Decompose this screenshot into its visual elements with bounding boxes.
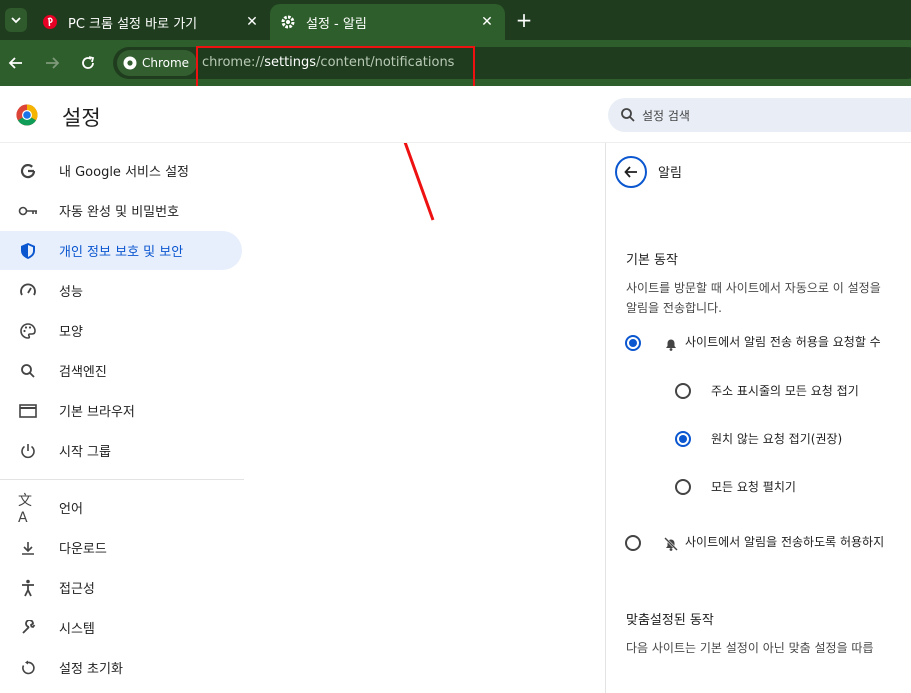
chevron-down-icon bbox=[11, 17, 21, 24]
sub-option-expand-all: 모든 요청 펼치기 bbox=[711, 480, 796, 494]
tab-strip: PC 크롬 설정 바로 가기 ✕ 설정 - 알림 ✕ + bbox=[0, 0, 911, 40]
section-page-title: 알림 bbox=[658, 166, 682, 181]
download-icon bbox=[18, 538, 38, 558]
sidebar-item-appearance[interactable]: 모양 bbox=[0, 311, 242, 350]
reload-icon bbox=[82, 56, 95, 69]
default-behavior-desc: 사이트를 방문할 때 사이트에서 자동으로 이 설정을 bbox=[626, 281, 881, 295]
sidebar-item-languages[interactable]: 文A 언어 bbox=[0, 488, 242, 527]
sidebar-item-label: 개인 정보 보호 및 보안 bbox=[59, 245, 184, 260]
notifications-settings-panel: 알림 기본 동작 사이트를 방문할 때 사이트에서 자동으로 이 설정을 알림을… bbox=[606, 143, 911, 693]
back-button[interactable] bbox=[5, 52, 27, 74]
tab-notifications-settings[interactable]: 설정 - 알림 ✕ bbox=[270, 4, 505, 40]
sidebar-item-label: 언어 bbox=[59, 502, 83, 517]
option-allow-label: 사이트에서 알림 전송 허용을 요청할 수 bbox=[685, 335, 881, 349]
settings-search-input[interactable]: 설정 검색 bbox=[608, 98, 911, 132]
sidebar-item-label: 시스템 bbox=[59, 622, 95, 637]
close-icon[interactable]: ✕ bbox=[242, 12, 262, 32]
wrench-icon bbox=[18, 618, 38, 638]
shield-icon bbox=[18, 241, 38, 261]
back-button[interactable] bbox=[615, 156, 647, 188]
sidebar-item-accessibility[interactable]: 접근성 bbox=[0, 568, 242, 607]
sidebar-item-default-browser[interactable]: 기본 브라우저 bbox=[0, 391, 242, 430]
sidebar-item-label: 다운로드 bbox=[59, 542, 107, 557]
sidebar-item-autofill[interactable]: 자동 완성 및 비밀번호 bbox=[0, 191, 242, 230]
sidebar-item-performance[interactable]: 성능 bbox=[0, 271, 242, 310]
sidebar-item-downloads[interactable]: 다운로드 bbox=[0, 528, 242, 567]
translate-icon: 文A bbox=[18, 492, 32, 526]
google-icon bbox=[18, 161, 38, 181]
radio-allow-ask[interactable] bbox=[625, 335, 641, 351]
default-behavior-desc-2: 알림을 전송합니다. bbox=[626, 301, 722, 315]
gear-icon bbox=[280, 14, 296, 30]
sidebar-item-label: 시작 그룹 bbox=[59, 445, 111, 460]
speedometer-icon bbox=[18, 281, 38, 301]
settings-sidebar: 내 Google 서비스 설정 자동 완성 및 비밀번호 개인 정보 보호 및 … bbox=[0, 143, 244, 693]
sidebar-divider bbox=[0, 479, 244, 480]
pinterest-icon bbox=[42, 14, 58, 30]
sidebar-item-label: 성능 bbox=[59, 285, 83, 300]
custom-behavior-desc: 다음 사이트는 기본 설정이 아닌 맞춤 설정을 따릅 bbox=[626, 641, 874, 655]
chrome-icon bbox=[123, 56, 137, 70]
sidebar-item-google-services[interactable]: 내 Google 서비스 설정 bbox=[0, 151, 242, 190]
close-icon[interactable]: ✕ bbox=[477, 12, 497, 32]
radio-expand-all[interactable] bbox=[675, 479, 691, 495]
radio-collapse-all[interactable] bbox=[675, 383, 691, 399]
tab-title: PC 크롬 설정 바로 가기 bbox=[68, 16, 198, 32]
arrow-right-icon bbox=[46, 57, 60, 69]
chip-label: Chrome bbox=[142, 56, 190, 70]
sidebar-item-label: 접근성 bbox=[59, 582, 95, 597]
sidebar-item-label: 기본 브라우저 bbox=[59, 405, 135, 420]
search-placeholder: 설정 검색 bbox=[642, 108, 690, 123]
arrow-left-icon bbox=[8, 57, 22, 69]
reload-button[interactable] bbox=[77, 52, 99, 74]
reset-icon bbox=[18, 658, 38, 678]
forward-button[interactable] bbox=[41, 52, 63, 74]
sidebar-item-label: 모양 bbox=[59, 325, 83, 340]
search-icon bbox=[621, 108, 635, 122]
arrow-left-icon bbox=[624, 166, 637, 178]
tab-title: 설정 - 알림 bbox=[306, 16, 367, 32]
new-tab-button[interactable]: + bbox=[513, 8, 535, 32]
search-icon bbox=[18, 361, 38, 381]
settings-header: 설정 설정 검색 bbox=[0, 86, 911, 143]
sidebar-item-label: 설정 초기화 bbox=[59, 662, 123, 677]
accessibility-icon bbox=[18, 578, 38, 598]
chrome-logo-icon bbox=[16, 104, 38, 126]
browser-icon bbox=[18, 401, 38, 421]
sidebar-item-on-startup[interactable]: 시작 그룹 bbox=[0, 431, 242, 470]
palette-icon bbox=[18, 321, 38, 341]
sidebar-item-search-engine[interactable]: 검색엔진 bbox=[0, 351, 242, 390]
radio-block[interactable] bbox=[625, 535, 641, 551]
sidebar-item-privacy-security[interactable]: 개인 정보 보호 및 보안 bbox=[0, 231, 242, 270]
tab-pc-chrome-settings[interactable]: PC 크롬 설정 바로 가기 ✕ bbox=[32, 4, 270, 40]
sub-option-collapse-unwanted: 원치 않는 요청 접기(권장) bbox=[711, 432, 843, 446]
bell-off-icon bbox=[664, 537, 678, 551]
page-title: 설정 bbox=[62, 106, 101, 130]
option-block-label: 사이트에서 알림을 전송하도록 허용하지 bbox=[685, 535, 885, 549]
radio-collapse-unwanted[interactable] bbox=[675, 431, 691, 447]
sub-option-collapse-all: 주소 표시줄의 모든 요청 접기 bbox=[711, 384, 859, 398]
sidebar-item-label: 검색엔진 bbox=[59, 365, 107, 380]
bell-icon bbox=[666, 339, 676, 351]
custom-behavior-title: 맞춤설정된 동작 bbox=[626, 613, 714, 628]
power-icon bbox=[18, 441, 38, 461]
key-icon bbox=[18, 201, 38, 221]
sidebar-item-reset-settings[interactable]: 설정 초기화 bbox=[0, 648, 242, 687]
tab-search-button[interactable] bbox=[5, 8, 27, 32]
sidebar-item-label: 자동 완성 및 비밀번호 bbox=[59, 205, 180, 220]
sidebar-item-label: 내 Google 서비스 설정 bbox=[59, 165, 189, 180]
default-behavior-title: 기본 동작 bbox=[626, 253, 678, 268]
sidebar-item-system[interactable]: 시스템 bbox=[0, 608, 242, 647]
site-info-chip[interactable]: Chrome bbox=[117, 50, 198, 76]
